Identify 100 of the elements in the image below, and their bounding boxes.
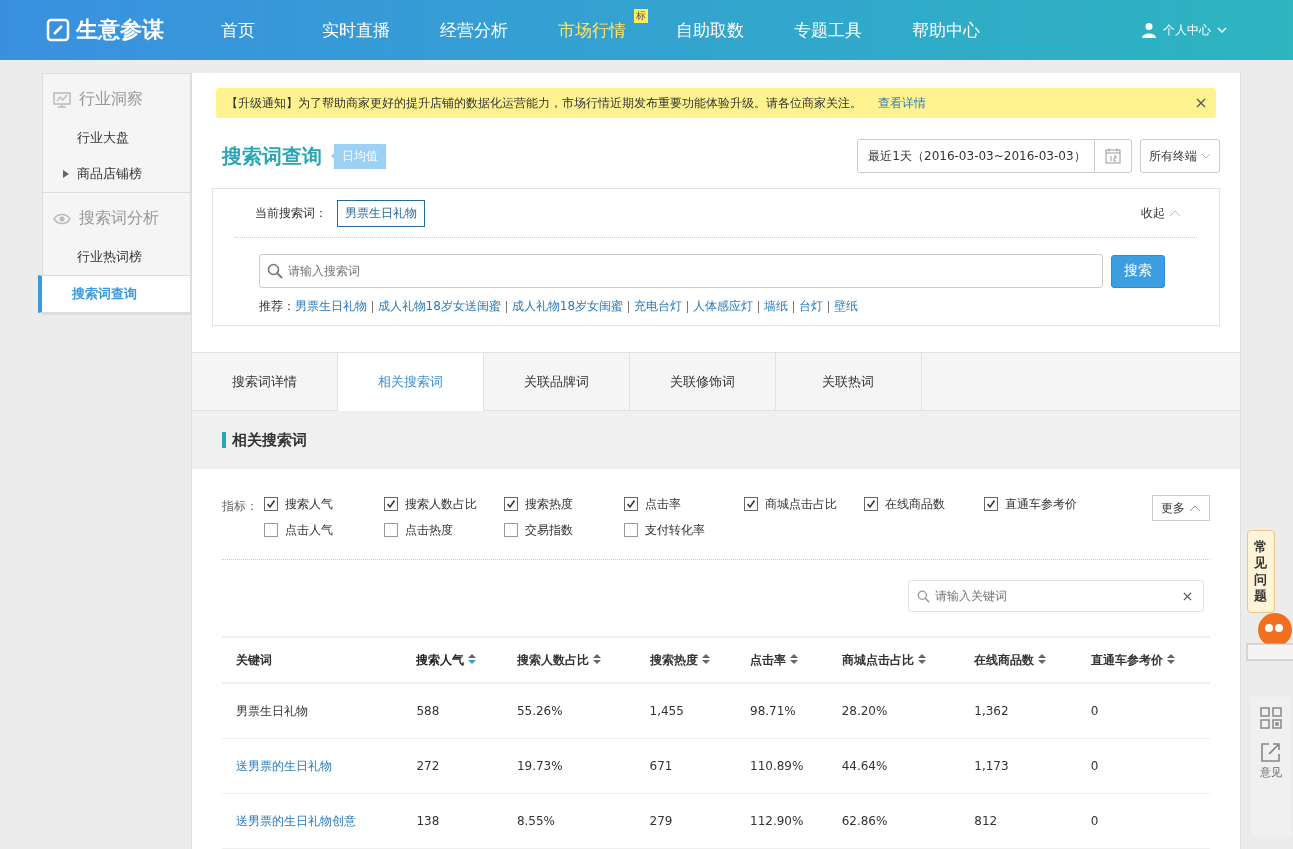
tab[interactable]: 搜索词详情 bbox=[191, 353, 338, 410]
checkbox[interactable] bbox=[863, 497, 878, 511]
tab[interactable]: 相关搜索词 bbox=[337, 353, 484, 411]
recommended-term-link[interactable]: 成人礼物18岁女闺蜜 bbox=[511, 298, 624, 315]
logo-text: 生意参谋 bbox=[76, 16, 164, 44]
recommended-term-link[interactable]: 人体感应灯 bbox=[693, 298, 754, 315]
table-cell: 98.71% bbox=[750, 704, 796, 718]
recommended-term-link[interactable]: 充电台灯 bbox=[634, 298, 683, 315]
indicator-checkbox[interactable]: 交易指数 bbox=[503, 521, 624, 539]
table-cell: 1,455 bbox=[649, 704, 684, 718]
chevron-down-icon bbox=[1217, 26, 1227, 34]
nav-badge: 标 bbox=[634, 9, 648, 23]
close-icon[interactable] bbox=[1195, 98, 1206, 108]
table-cell: 279 bbox=[649, 814, 673, 828]
sort-icon bbox=[1166, 653, 1175, 664]
table-cell: 272 bbox=[416, 759, 440, 773]
column-header[interactable]: 直通车参考价 bbox=[1076, 637, 1210, 683]
details-link[interactable]: 查看详情 bbox=[877, 94, 926, 112]
checkmark-icon bbox=[265, 499, 276, 509]
indicators-label: 指标： bbox=[221, 498, 258, 515]
tab[interactable]: 关联热词 bbox=[775, 353, 922, 410]
sort-icon bbox=[592, 653, 601, 664]
checkbox[interactable] bbox=[623, 523, 638, 537]
checkbox[interactable] bbox=[383, 497, 398, 511]
sort-icon bbox=[790, 653, 798, 664]
table-cell: 8.55% bbox=[516, 814, 555, 828]
feedback-label[interactable]: 意见 bbox=[1259, 765, 1282, 780]
table-cell: 62.86% bbox=[841, 814, 888, 828]
checkbox[interactable] bbox=[503, 523, 518, 537]
terminal-dropdown[interactable]: 所有终端 bbox=[1139, 139, 1220, 173]
indicator-checkbox[interactable]: 直通车参考价 bbox=[983, 495, 1104, 513]
table-cell: 19.73% bbox=[516, 759, 563, 773]
chevron-down-icon bbox=[1200, 152, 1211, 160]
table-cell: 1,173 bbox=[974, 759, 1009, 773]
chevron-up-icon bbox=[1168, 209, 1181, 217]
more-button[interactable]: 更多 bbox=[1151, 495, 1210, 521]
table-cell: 44.64% bbox=[841, 759, 888, 773]
recommended-term-link[interactable]: 台灯 bbox=[799, 298, 824, 315]
checkbox[interactable] bbox=[263, 523, 278, 537]
search-icon bbox=[916, 590, 930, 603]
sort-icon bbox=[701, 653, 710, 664]
column-header[interactable]: 搜索热度 bbox=[635, 637, 736, 683]
indicator-checkbox[interactable]: 支付转化率 bbox=[623, 521, 744, 539]
indicator-checkbox[interactable]: 点击率 bbox=[623, 495, 744, 513]
checkmark-icon bbox=[625, 499, 636, 509]
sort-descending-icon bbox=[468, 653, 477, 664]
column-header[interactable]: 点击率 bbox=[736, 637, 828, 683]
search-field[interactable]: 请输入搜索词 bbox=[258, 254, 1103, 288]
checkmark-icon bbox=[985, 499, 996, 509]
sidebar-item[interactable]: 商品店铺榜 bbox=[43, 156, 190, 192]
recommended-term-link[interactable]: 成人礼物18岁女送闺蜜 bbox=[377, 298, 501, 315]
column-header[interactable]: 搜索人数占比 bbox=[502, 637, 636, 683]
checkbox[interactable] bbox=[263, 497, 278, 511]
calendar-icon bbox=[1104, 148, 1121, 164]
checkbox[interactable] bbox=[623, 497, 638, 511]
indicator-checkbox[interactable]: 商城点击占比 bbox=[743, 495, 864, 513]
checkbox[interactable] bbox=[983, 497, 998, 511]
date-range-picker[interactable]: 最近1天（2016-03-03~2016-03-03） bbox=[857, 139, 1132, 173]
table-cell: 671 bbox=[649, 759, 673, 773]
table-cell: 0 bbox=[1090, 759, 1099, 773]
sidebar-group-title: 行业洞察 bbox=[79, 89, 143, 110]
recommended-term-link[interactable]: 壁纸 bbox=[834, 298, 859, 315]
indicator-checkbox[interactable]: 搜索人气 bbox=[263, 495, 384, 513]
current-term-label: 当前搜索词： bbox=[254, 204, 327, 222]
column-header[interactable]: 商城点击占比 bbox=[827, 637, 961, 683]
checkbox[interactable] bbox=[503, 497, 518, 511]
column-header[interactable]: 关键词 bbox=[221, 637, 403, 683]
column-header[interactable]: 搜索人气 bbox=[402, 637, 503, 683]
keyword-filter-field[interactable]: 请输入关键词 bbox=[907, 580, 1204, 612]
checkbox[interactable] bbox=[743, 497, 758, 511]
indicator-checkbox[interactable]: 在线商品数 bbox=[863, 495, 984, 513]
sort-icon bbox=[917, 653, 926, 664]
sidebar-group-title: 搜索词分析 bbox=[79, 208, 159, 229]
share-icon[interactable] bbox=[1259, 741, 1282, 763]
checkmark-icon bbox=[385, 499, 396, 509]
table-cell: 110.89% bbox=[750, 759, 804, 773]
indicator-checkbox[interactable]: 搜索人数占比 bbox=[383, 495, 504, 513]
keyword-link[interactable]: 送男票的生日礼物 bbox=[235, 758, 332, 773]
indicator-checkbox[interactable]: 点击热度 bbox=[383, 521, 504, 539]
nav-tab[interactable]: 市场行情 标 bbox=[531, 0, 652, 60]
clear-icon[interactable] bbox=[1182, 592, 1192, 601]
indicator-checkbox[interactable]: 搜索热度 bbox=[503, 495, 624, 513]
faq-tab[interactable]: 常见问题 bbox=[1246, 530, 1275, 613]
section-title: 相关搜索词 bbox=[231, 430, 307, 450]
recommended-term-link[interactable]: 男票生日礼物 bbox=[294, 298, 367, 315]
keyword-link[interactable]: 送男票的生日礼物创意 bbox=[235, 813, 356, 828]
column-header[interactable]: 在线商品数 bbox=[960, 637, 1077, 683]
sidebar-item[interactable]: 行业热词榜 bbox=[43, 239, 190, 275]
tab[interactable]: 关联品牌词 bbox=[483, 353, 630, 410]
monitor-icon bbox=[53, 90, 71, 109]
sidebar-item[interactable]: 行业大盘 bbox=[43, 120, 190, 156]
checkbox[interactable] bbox=[383, 523, 398, 537]
search-icon bbox=[266, 263, 283, 279]
tab[interactable]: 关联修饰词 bbox=[629, 353, 776, 410]
table-cell: 138 bbox=[416, 814, 440, 828]
collapse-toggle[interactable]: 收起 bbox=[1140, 204, 1181, 222]
qr-code-icon[interactable] bbox=[1259, 707, 1282, 729]
indicator-checkbox[interactable]: 点击人气 bbox=[263, 521, 384, 539]
table-cell: 0 bbox=[1090, 704, 1099, 718]
recommended-term-link[interactable]: 墙纸 bbox=[764, 298, 789, 315]
